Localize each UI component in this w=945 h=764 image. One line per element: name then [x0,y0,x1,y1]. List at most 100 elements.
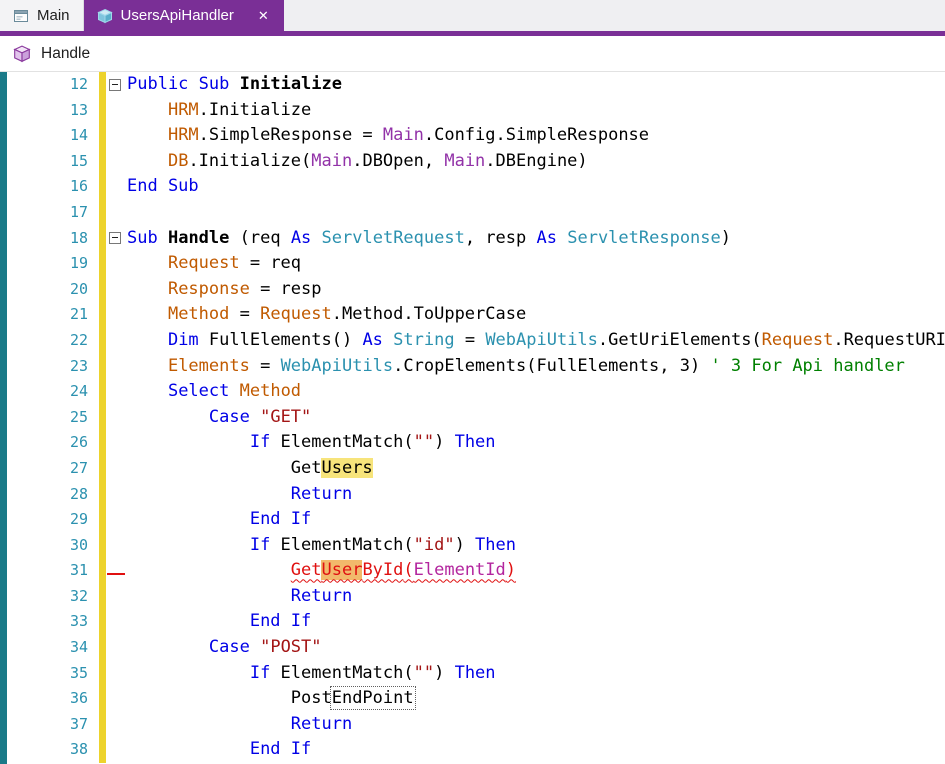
code-line[interactable]: 21 Method = Request.Method.ToUpperCase [0,302,945,328]
code-line[interactable]: 30 If ElementMatch("id") Then [0,532,945,559]
code-token: = resp [249,278,322,299]
fold-margin [106,174,127,200]
line-number: 29 [69,510,88,529]
code-text: If ElementMatch("id") Then [127,533,516,559]
code-token: Case [208,406,250,427]
code-token: ) [434,432,455,453]
line-number: 36 [69,689,88,708]
change-indicator [99,225,106,252]
code-token: Return [290,585,353,606]
code-line[interactable]: 20 Response = resp [0,276,945,303]
code-line[interactable]: 32 Return [0,583,945,610]
change-indicator [99,72,106,98]
code-token: Get [290,560,322,581]
fold-margin [106,507,127,533]
change-indicator [99,635,106,661]
change-indicator [99,199,106,226]
code-token: Select [167,381,230,402]
line-number: 30 [69,535,88,554]
code-line[interactable]: 31 GetUserById(ElementId) [0,558,945,584]
code-line[interactable]: 26 If ElementMatch("") Then [0,430,945,456]
code-line[interactable]: 25 Case "GET" [0,404,945,431]
code-token: ServletResponse [567,227,721,248]
fold-margin [106,584,127,610]
change-indicator [99,686,106,712]
change-indicator [99,251,106,277]
code-line[interactable]: 23 Elements = WebApiUtils.CropElements(F… [0,353,945,380]
code-text: HRM.SimpleResponse = Main.Config.SimpleR… [127,123,649,149]
code-line[interactable]: 37 Return [0,711,945,738]
code-line[interactable]: 28 Return [0,481,945,508]
code-token: Then [454,432,496,453]
code-line[interactable]: 12 Public Sub Initialize [0,72,945,98]
code-token: .Config.SimpleResponse [423,125,650,146]
code-token: ElementMatch( [270,662,414,683]
code-token: Handle [167,227,230,248]
code-line[interactable]: 15 DB.Initialize(Main.DBOpen, Main.DBEng… [0,148,945,175]
code-line[interactable]: 24 Select Method [0,379,945,405]
code-line[interactable]: 13 HRM.Initialize [0,97,945,124]
code-line[interactable]: 16 End Sub [0,174,945,200]
code-token: = [249,355,281,376]
code-text: PostEndPoint [127,686,416,712]
code-editor[interactable]: 12 Public Sub Initialize 13 HRM.Initialize… [0,72,945,764]
code-token: ) [454,534,476,555]
close-icon[interactable]: ✕ [256,8,271,23]
line-number: 22 [69,330,88,349]
fold-margin [106,328,127,354]
code-line[interactable]: 34 Case "POST" [0,635,945,661]
line-number: 24 [69,382,88,401]
line-number: 21 [69,305,88,324]
fold-margin [106,200,127,226]
line-number: 15 [69,151,88,170]
tab-main[interactable]: Main [0,0,84,31]
fold-margin [106,635,127,661]
breadcrumb-item-handle[interactable]: Handle [41,45,90,63]
code-token: If [249,662,271,683]
code-line[interactable]: 17 [0,199,945,226]
change-indicator [99,660,106,687]
code-line[interactable]: 18 Sub Handle (req As ServletRequest, res… [0,225,945,252]
code-token: ById [362,560,404,581]
code-token: Response [167,278,250,299]
error-marker [107,573,125,576]
code-line[interactable]: 35 If ElementMatch("") Then [0,660,945,687]
code-token: Public [127,74,189,94]
collapse-toggle-icon[interactable] [109,78,121,91]
code-token: If [249,432,271,453]
code-token: .DBEngine) [485,150,588,171]
code-line[interactable]: 27 GetUsers [0,455,945,482]
fold-margin [106,482,127,508]
fold-margin [106,737,127,763]
collapse-toggle-icon[interactable] [109,232,121,245]
code-token: ( [403,560,414,581]
line-number: 25 [69,407,88,426]
change-indicator [99,737,106,764]
navigation-bar: Handle [0,36,945,72]
code-token: (req [229,227,291,248]
code-token: Main [311,150,353,171]
code-token: Then [475,534,516,555]
code-token: User [321,560,363,581]
code-line[interactable]: 38 End If [0,737,945,764]
code-token: ElementMatch( [270,432,414,453]
code-line[interactable]: 33 End If [0,609,945,636]
code-line[interactable]: 22 Dim FullElements() As String = WebApi… [0,327,945,354]
change-indicator [99,174,106,200]
code-line[interactable]: 29 End If [0,507,945,533]
code-line[interactable]: 19 Request = req [0,251,945,277]
code-line[interactable]: 14 HRM.SimpleResponse = Main.Config.Simp… [0,123,945,149]
code-line[interactable]: 36 PostEndPoint [0,686,945,712]
tab-usersapihandler[interactable]: UsersApiHandler ✕ [83,0,284,31]
code-text: Return [127,584,352,610]
change-indicator [99,327,106,354]
